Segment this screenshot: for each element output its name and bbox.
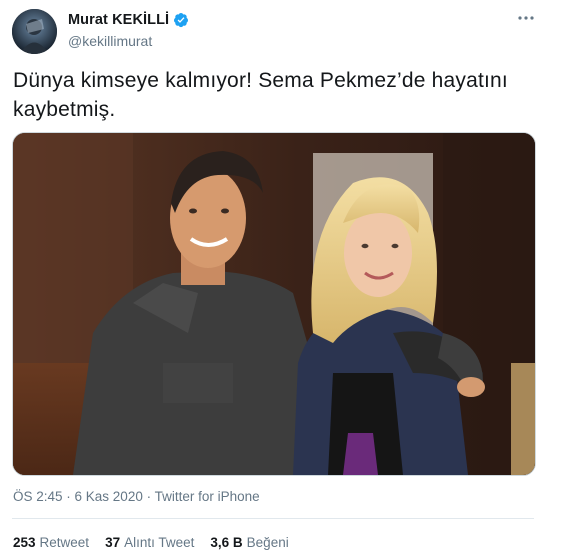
quotes-label: Alıntı Tweet: [124, 535, 195, 550]
author-display-name[interactable]: Murat KEKİLLİ: [68, 12, 169, 28]
likes-count: 3,6 B: [210, 535, 243, 550]
tweet-text: Dünya kimseye kalmıyor! Sema Pekmez’de h…: [13, 69, 508, 121]
tweet-card: Murat KEKİLLİ @kekillimurat Dünya kimsey…: [0, 0, 562, 555]
quotes-count: 37: [105, 535, 121, 550]
tweet-photo[interactable]: [12, 132, 536, 476]
tweet-source[interactable]: Twitter for iPhone: [155, 489, 260, 504]
tweet-meta: ÖS 2:45 · 6 Kas 2020 · Twitter for iPhon…: [13, 489, 260, 504]
retweets-stat[interactable]: 253 Retweet: [13, 535, 89, 550]
likes-stat[interactable]: 3,6 B Beğeni: [210, 535, 288, 550]
retweets-label: Retweet: [39, 535, 90, 550]
avatar[interactable]: [12, 9, 57, 54]
tweet-timestamp[interactable]: ÖS 2:45 · 6 Kas 2020: [13, 489, 143, 504]
more-options-icon[interactable]: [516, 10, 536, 26]
retweets-count: 253: [13, 535, 36, 550]
divider: [12, 518, 534, 519]
meta-separator: ·: [142, 489, 155, 504]
likes-label: Beğeni: [246, 535, 289, 550]
verified-badge-icon: [173, 12, 189, 28]
author-handle[interactable]: @kekillimurat: [68, 33, 152, 49]
quotes-stat[interactable]: 37 Alıntı Tweet: [105, 535, 194, 550]
tweet-stats: 253 Retweet 37 Alıntı Tweet 3,6 B Beğeni: [13, 535, 289, 550]
